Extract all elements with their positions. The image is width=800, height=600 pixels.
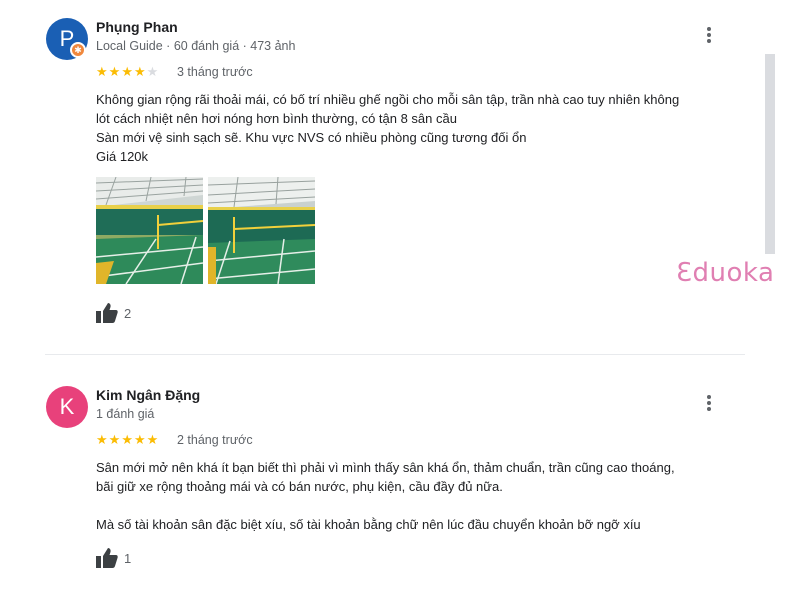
divider xyxy=(45,354,745,355)
thumbs-up-icon xyxy=(96,303,118,323)
like-button[interactable]: 2 xyxy=(96,303,131,323)
scrollbar[interactable] xyxy=(765,54,775,254)
more-vert-icon[interactable] xyxy=(700,391,718,415)
avatar-letter: K xyxy=(59,394,75,419)
review-text-line: lót cách nhiệt nên hơi nóng hơn bình thư… xyxy=(96,111,457,126)
local-guide-badge-icon: ✱ xyxy=(70,42,86,58)
review-text-line: Giá 120k xyxy=(96,149,149,164)
review-text: Không gian rộng rãi thoải mái, có bố trí… xyxy=(96,90,736,166)
star-icon: ★ xyxy=(146,64,160,79)
review-text-line: Sân mới mở nên khá ít bạn biết thì phải … xyxy=(96,460,675,475)
review-photo[interactable] xyxy=(208,177,315,284)
star-rating: ★★★★★ xyxy=(96,64,159,80)
star-icon: ★ xyxy=(121,64,134,79)
review-text: Sân mới mở nên khá ít bạn biết thì phải … xyxy=(96,458,736,534)
reviewer-name[interactable]: Phụng Phan xyxy=(96,19,178,35)
star-icon: ★ xyxy=(96,64,109,79)
star-icon: ★ xyxy=(108,432,122,447)
review-text-line: Mà số tài khoản sân đặc biệt xíu, số tài… xyxy=(96,517,641,532)
reviewer-meta[interactable]: 1 đánh giá xyxy=(96,407,154,421)
review-text-line xyxy=(96,496,736,515)
star-icon: ★ xyxy=(133,432,147,447)
reviewer-meta[interactable]: Local Guide · 60 đánh giá · 473 ảnh xyxy=(96,39,295,53)
watermark-logo: Ɛduoka xyxy=(676,258,775,288)
badminton-court-photo-2 xyxy=(208,177,315,284)
review-text-line: Không gian rộng rãi thoải mái, có bố trí… xyxy=(96,92,680,107)
like-count: 1 xyxy=(124,550,132,566)
like-button[interactable]: 1 xyxy=(96,548,131,568)
star-icon: ★ xyxy=(133,64,147,79)
review-text-line: Sàn mới vệ sinh sạch sẽ. Khu vực NVS có … xyxy=(96,130,527,145)
more-vert-icon[interactable] xyxy=(700,23,718,47)
review-time: 2 tháng trước xyxy=(177,433,253,447)
badminton-court-photo-1 xyxy=(96,177,203,284)
star-icon: ★ xyxy=(121,432,134,447)
star-rating: ★★★★★ xyxy=(96,432,159,448)
star-icon: ★ xyxy=(146,432,160,447)
review-time: 3 tháng trước xyxy=(177,65,253,79)
star-icon: ★ xyxy=(96,432,109,447)
thumbs-up-icon xyxy=(96,548,118,568)
star-icon: ★ xyxy=(108,64,122,79)
like-count: 2 xyxy=(124,305,132,321)
review-photo[interactable] xyxy=(96,177,203,284)
avatar[interactable]: K xyxy=(46,386,88,428)
review-text-line: bãi giữ xe rộng thoảng mái và có bán nướ… xyxy=(96,479,503,494)
reviewer-name[interactable]: Kim Ngân Đặng xyxy=(96,387,200,403)
